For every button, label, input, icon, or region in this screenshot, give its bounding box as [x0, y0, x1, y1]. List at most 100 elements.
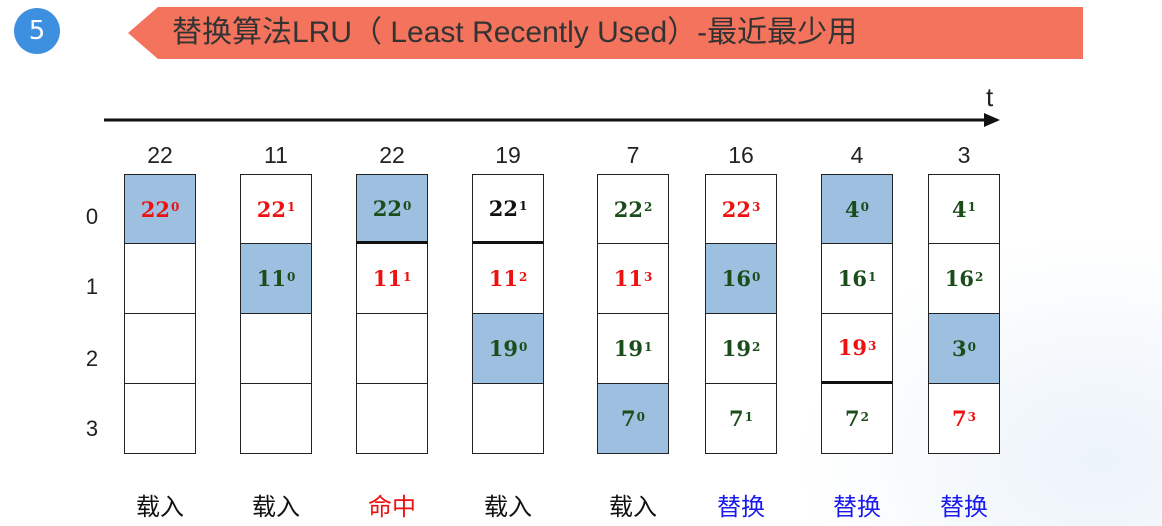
age-counter: 3	[967, 409, 976, 424]
age-counter: 0	[170, 200, 180, 214]
row-label-3: 3	[85, 416, 99, 441]
time-axis-label: t	[986, 82, 994, 112]
access-value-4: 7	[626, 142, 640, 168]
age-counter: 0	[402, 199, 412, 213]
cache-cell-0-3	[124, 384, 196, 454]
age-counter: 1	[967, 200, 976, 214]
cache-cell-5-2: 19 2	[705, 314, 777, 384]
page-number: 11	[256, 266, 286, 291]
cache-cell-4-0: 22 2	[597, 174, 669, 244]
row-label-2: 2	[85, 346, 99, 371]
access-value-0: 22	[147, 142, 173, 168]
cache-cell-6-2: 19 3	[821, 314, 893, 384]
cache-column-5: 22 3 16 0 19 2 7 1	[705, 174, 777, 454]
action-label-7: 替换	[940, 494, 988, 521]
page-number: 16	[837, 266, 867, 291]
cache-column-7: 4 1 16 2 3 0 7 3	[928, 174, 1000, 454]
action-label-5: 替换	[717, 494, 765, 521]
age-counter: 2	[518, 269, 528, 284]
age-counter: 0	[967, 339, 976, 354]
cache-cell-2-3	[356, 384, 428, 454]
page-number: 16	[721, 266, 751, 291]
page-number: 19	[721, 336, 751, 361]
page-number: 11	[372, 266, 402, 291]
age-counter: 0	[860, 200, 869, 214]
page-number: 22	[372, 195, 402, 221]
cache-cell-0-0: 22 0	[124, 174, 196, 244]
cache-cell-0-2	[124, 314, 196, 384]
cache-cell-3-0: 22 1	[472, 174, 544, 244]
age-counter: 2	[751, 339, 761, 354]
cache-cell-2-1: 11 1	[356, 244, 428, 314]
action-label-6: 替换	[833, 494, 881, 521]
page-number: 22	[256, 196, 286, 222]
cache-cell-6-3: 72	[821, 384, 893, 454]
page-number: 3	[952, 336, 967, 361]
cache-cell-7-2: 30	[928, 314, 1000, 384]
cache-cell-2-0: 22 0	[356, 174, 428, 244]
cache-cell-3-1: 11 2	[472, 244, 544, 314]
page-number: 22	[488, 195, 518, 221]
page-number: 7	[621, 406, 636, 431]
age-counter: 1	[518, 199, 528, 213]
age-counter: 0	[751, 269, 761, 284]
cache-cell-6-0: 40	[821, 174, 893, 244]
page-number: 19	[837, 335, 867, 360]
cache-cell-0-1	[124, 244, 196, 314]
page-number: 7	[729, 406, 744, 431]
time-axis	[104, 113, 1000, 127]
age-counter: 1	[643, 339, 653, 354]
access-value-5: 16	[728, 142, 754, 168]
page-number: 16	[944, 266, 974, 291]
action-label-0: 载入	[136, 494, 184, 521]
cache-column-3: 22 1 11 2 19 0	[472, 174, 544, 454]
age-counter: 3	[867, 338, 877, 353]
page-number: 4	[845, 196, 860, 222]
page-number: 11	[488, 266, 518, 291]
action-label-1: 载入	[252, 494, 300, 521]
cache-cell-4-1: 11 3	[597, 244, 669, 314]
page-number: 4	[952, 196, 967, 222]
row-label-1: 1	[85, 274, 99, 299]
cache-column-4: 22 2 11 3 19 1 7 0	[597, 174, 669, 454]
cache-cell-5-1: 16 0	[705, 244, 777, 314]
cache-cell-7-0: 41	[928, 174, 1000, 244]
cache-cell-6-1: 16 1	[821, 244, 893, 314]
cache-cell-1-0: 22 1	[240, 174, 312, 244]
page-number: 19	[613, 336, 643, 361]
time-axis-arrow	[104, 82, 1004, 94]
page-number: 7	[952, 406, 967, 431]
cache-cell-7-1: 16 2	[928, 244, 1000, 314]
cache-cell-3-2: 19 0	[472, 314, 544, 384]
access-value-2: 22	[379, 142, 405, 168]
title-banner: 替换算法LRU（ Least Recently Used）-最近最少用	[128, 7, 1083, 59]
age-counter: 0	[286, 269, 296, 284]
step-number-badge: 5	[14, 8, 60, 54]
age-counter: 0	[636, 409, 645, 424]
access-value-7: 3	[957, 142, 971, 168]
page-number: 7	[845, 406, 860, 431]
access-value-6: 4	[850, 142, 864, 168]
age-counter: 2	[860, 409, 869, 424]
age-counter: 3	[643, 269, 653, 284]
cache-column-0: 22 0	[124, 174, 196, 454]
cache-cell-1-1: 11 0	[240, 244, 312, 314]
access-value-3: 19	[495, 142, 521, 168]
cache-cell-7-3: 73	[928, 384, 1000, 454]
age-counter: 0	[518, 339, 528, 354]
page-number: 19	[488, 336, 518, 361]
cache-cell-1-3	[240, 384, 312, 454]
time-axis-arrowhead	[984, 113, 1000, 127]
action-label-2: 命中	[368, 494, 416, 521]
cache-cell-2-2	[356, 314, 428, 384]
age-counter: 1	[867, 269, 877, 284]
cache-column-2: 22 0 11 1	[356, 174, 428, 454]
page-number: 22	[140, 196, 170, 222]
cache-cell-5-0: 22 3	[705, 174, 777, 244]
age-counter: 3	[751, 200, 761, 214]
page-title: 替换算法LRU（ Least Recently Used）-最近最少用	[172, 16, 858, 49]
page-number: 22	[721, 196, 751, 222]
age-counter: 2	[643, 200, 653, 214]
age-counter: 1	[744, 409, 753, 424]
cache-cell-4-2: 19 1	[597, 314, 669, 384]
